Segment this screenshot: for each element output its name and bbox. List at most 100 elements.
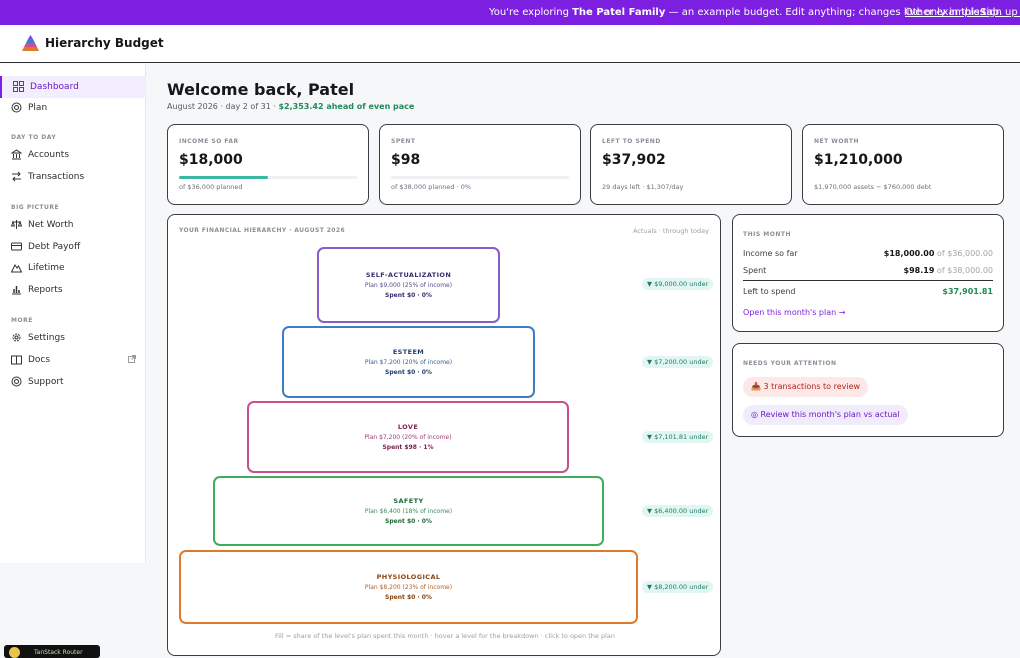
level-name: PHYSIOLOGICAL (376, 573, 441, 581)
card-label: SPENT (391, 138, 416, 145)
row-label: Income so far (743, 249, 798, 258)
lifebuoy-icon (11, 376, 22, 387)
sidebar-item-docs[interactable]: Docs (0, 349, 146, 371)
card-note: 29 days left · $1,307/day (602, 183, 684, 191)
level-under-badge: ▼ $7,200.00 under (642, 356, 714, 368)
hierarchy-actuals-label: Actuals · through today (632, 227, 709, 235)
level-love[interactable]: LOVE Plan $7,200 (20% of income) Spent $… (247, 401, 569, 473)
level-self-actualization[interactable]: SELF-ACTUALIZATION Plan $9,000 (25% of i… (317, 247, 500, 323)
router-label: TanStack Router (34, 649, 83, 656)
level-spent: Spent $0 · 0% (385, 594, 432, 601)
card-label: INCOME SO FAR (179, 138, 239, 145)
tanstack-router-devtools-button[interactable]: TanStack Router (4, 645, 100, 658)
row-left-to-spend: Left to spend $37,901.81 (743, 287, 993, 296)
brand-name[interactable]: Hierarchy Budget (45, 36, 164, 50)
pyramid-logo-icon[interactable] (22, 35, 39, 51)
level-under-badge: ▼ $7,101.81 under (642, 431, 714, 443)
page-title: Welcome back, Patel (167, 80, 355, 99)
level-under-badge: ▼ $6,400.00 under (642, 505, 714, 517)
level-spent: Spent $0 · 0% (385, 369, 432, 376)
arrows-icon (12, 171, 21, 182)
sidebar-item-label: Dashboard (30, 82, 79, 92)
section-more: MORE (11, 317, 33, 324)
sidebar-item-net-worth[interactable]: Net Worth (0, 214, 146, 236)
level-plan: Plan $7,200 (20% of income) (364, 359, 453, 366)
level-name: ESTEEM (392, 348, 425, 356)
level-esteem[interactable]: ESTEEM Plan $7,200 (20% of income) Spent… (282, 326, 535, 398)
hierarchy-label: YOUR FINANCIAL HIERARCHY · AUGUST 2026 (179, 227, 346, 234)
card-left-to-spend: LEFT TO SPEND $37,902 29 days left · $1,… (590, 124, 792, 205)
demo-banner: You're exploring The Patel Family — an e… (0, 0, 1020, 25)
sidebar-item-label: Docs (28, 355, 51, 365)
sidebar-item-label: Plan (28, 103, 48, 113)
book-icon (11, 355, 22, 365)
level-plan: Plan $7,200 (20% of income) (364, 434, 452, 441)
income-progress-bar (179, 176, 357, 179)
transactions-review-chip[interactable]: 📥 3 transactions to review (743, 377, 869, 397)
open-plan-link[interactable]: Open this month's plan → (743, 308, 845, 317)
section-big-picture: BIG PICTURE (11, 204, 60, 211)
financial-hierarchy-panel: YOUR FINANCIAL HIERARCHY · AUGUST 2026 A… (167, 214, 721, 656)
card-value: $98 (391, 152, 421, 168)
spent-progress-bar (391, 176, 569, 179)
level-under-badge: ▼ $8,200.00 under (642, 581, 714, 593)
card-icon (11, 242, 22, 251)
sidebar-item-transactions[interactable]: Transactions (0, 166, 146, 188)
sidebar-item-dashboard[interactable]: Dashboard (0, 76, 146, 98)
attention-label: NEEDS YOUR ATTENTION (743, 360, 837, 367)
sign-up-link[interactable]: Sign up fr (980, 7, 1020, 18)
sidebar-item-lifetime[interactable]: Lifetime (0, 257, 146, 279)
card-note: of $38,000 planned · 0% (391, 183, 472, 191)
sidebar-item-debt-payoff[interactable]: Debt Payoff (0, 236, 146, 258)
grid-icon (13, 81, 24, 92)
external-link-icon (128, 355, 136, 363)
sidebar-item-accounts[interactable]: Accounts (0, 144, 146, 166)
level-plan: Plan $8,200 (23% of income) (364, 584, 453, 591)
bar-chart-icon (12, 286, 21, 295)
pace-highlight: $2,353.42 ahead of even pace (278, 102, 415, 111)
level-plan: Plan $9,000 (25% of income) (364, 282, 453, 289)
level-spent: Spent $0 · 0% (385, 518, 432, 525)
sidebar-item-settings[interactable]: Settings (0, 327, 146, 349)
other-examples-link[interactable]: Other examples (905, 7, 985, 18)
card-label: LEFT TO SPEND (602, 138, 661, 145)
level-under-badge: ▼ $9,000.00 under (642, 278, 714, 290)
progress-fill (179, 176, 268, 179)
level-safety[interactable]: SAFETY Plan $6,400 (18% of income) Spent… (213, 476, 604, 546)
row-value: $37,901.81 (942, 287, 993, 296)
card-value: $37,902 (602, 152, 666, 168)
card-income: INCOME SO FAR $18,000 of $36,000 planned (167, 124, 369, 205)
row-label: Left to spend (743, 287, 796, 296)
this-month-label: THIS MONTH (743, 231, 791, 238)
app-header: Hierarchy Budget (0, 25, 1020, 63)
review-plan-chip[interactable]: ◎ Review this month's plan vs actual (743, 405, 908, 425)
level-name: LOVE (397, 423, 419, 431)
level-name: SELF-ACTUALIZATION (365, 271, 452, 279)
hierarchy-footnote: Fill = share of the level's plan spent t… (274, 632, 616, 640)
sidebar-item-support[interactable]: Support (0, 371, 146, 393)
row-spent: Spent $98.19 of $38,000.00 (743, 266, 993, 275)
sidebar-item-reports[interactable]: Reports (0, 279, 146, 301)
card-value: $1,210,000 (814, 152, 903, 168)
sidebar-item-label: Debt Payoff (28, 242, 81, 252)
sidebar-item-label: Settings (28, 333, 65, 343)
sidebar-item-plan[interactable]: Plan (0, 97, 146, 119)
card-value: $18,000 (179, 152, 243, 168)
gear-icon (12, 333, 21, 342)
divider (743, 280, 993, 281)
sidebar-item-label: Net Worth (28, 220, 74, 230)
level-spent: Spent $98 · 1% (382, 444, 434, 451)
card-note: of $36,000 planned (179, 183, 243, 191)
section-day-to-day: DAY TO DAY (11, 134, 57, 141)
level-spent: Spent $0 · 0% (385, 292, 432, 299)
sidebar-item-label: Lifetime (28, 263, 65, 273)
card-net-worth: NET WORTH $1,210,000 $1,970,000 assets −… (802, 124, 1004, 205)
mountain-icon (11, 264, 22, 273)
bank-icon (11, 149, 22, 160)
scale-icon (11, 220, 22, 229)
this-month-panel: THIS MONTH Income so far $18,000.00 of $… (732, 214, 1004, 332)
level-name: SAFETY (393, 497, 424, 505)
level-physiological[interactable]: PHYSIOLOGICAL Plan $8,200 (23% of income… (179, 550, 638, 624)
page-subtitle: August 2026 · day 2 of 31 · $2,353.42 ah… (167, 102, 415, 111)
row-income: Income so far $18,000.00 of $36,000.00 (743, 249, 993, 258)
